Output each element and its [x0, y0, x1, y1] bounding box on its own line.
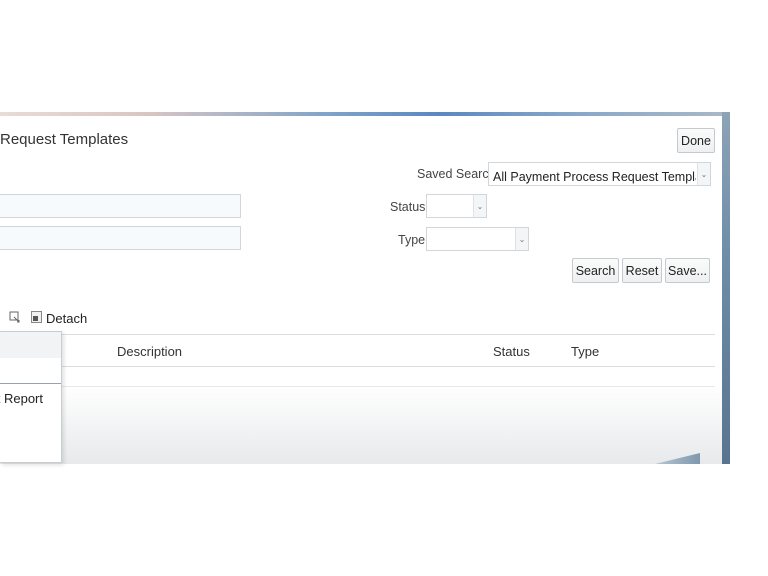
detach-button[interactable]: Detach — [31, 311, 87, 326]
view-menu-popup: nt Report — [0, 331, 62, 463]
saved-search-select[interactable]: All Payment Process Request Templates ⌄ — [488, 162, 711, 186]
saved-search-label: Saved Search — [417, 167, 496, 181]
done-button[interactable]: Done — [677, 128, 715, 153]
table-top-border — [0, 334, 715, 335]
window-edge — [722, 112, 730, 464]
popup-header — [0, 332, 61, 358]
popup-separator — [0, 383, 61, 384]
chevron-down-icon: ⌄ — [515, 228, 528, 250]
type-label: Type — [398, 233, 426, 247]
status-label: Status — [390, 200, 426, 214]
name-input[interactable] — [0, 194, 241, 218]
save-search-button[interactable]: Save... — [665, 258, 710, 283]
table-row-border — [0, 386, 715, 387]
column-header-type[interactable]: Type — [571, 344, 599, 359]
chevron-down-icon: ⌄ — [473, 195, 486, 217]
search-field-input[interactable] — [0, 226, 241, 250]
chevron-down-icon: ⌄ — [697, 163, 710, 185]
saved-search-value: All Payment Process Request Templates — [493, 170, 696, 184]
dialog-footer-area — [0, 385, 722, 464]
popup-menu-item[interactable]: nt Report — [0, 391, 43, 406]
freeze-icon[interactable] — [9, 311, 21, 323]
table-header-border — [0, 366, 715, 367]
page-title: Request Templates — [0, 131, 129, 148]
column-header-description[interactable]: Description — [117, 344, 182, 359]
column-header-status[interactable]: Status — [493, 344, 530, 359]
screen: Request Templates Done Saved Search All … — [0, 0, 768, 576]
type-select[interactable]: ⌄ — [426, 227, 529, 251]
search-button[interactable]: Search — [572, 258, 619, 283]
detach-label: Detach — [46, 311, 88, 326]
status-select[interactable]: ⌄ — [426, 194, 487, 218]
detach-icon — [31, 311, 42, 326]
reset-button[interactable]: Reset — [622, 258, 662, 283]
